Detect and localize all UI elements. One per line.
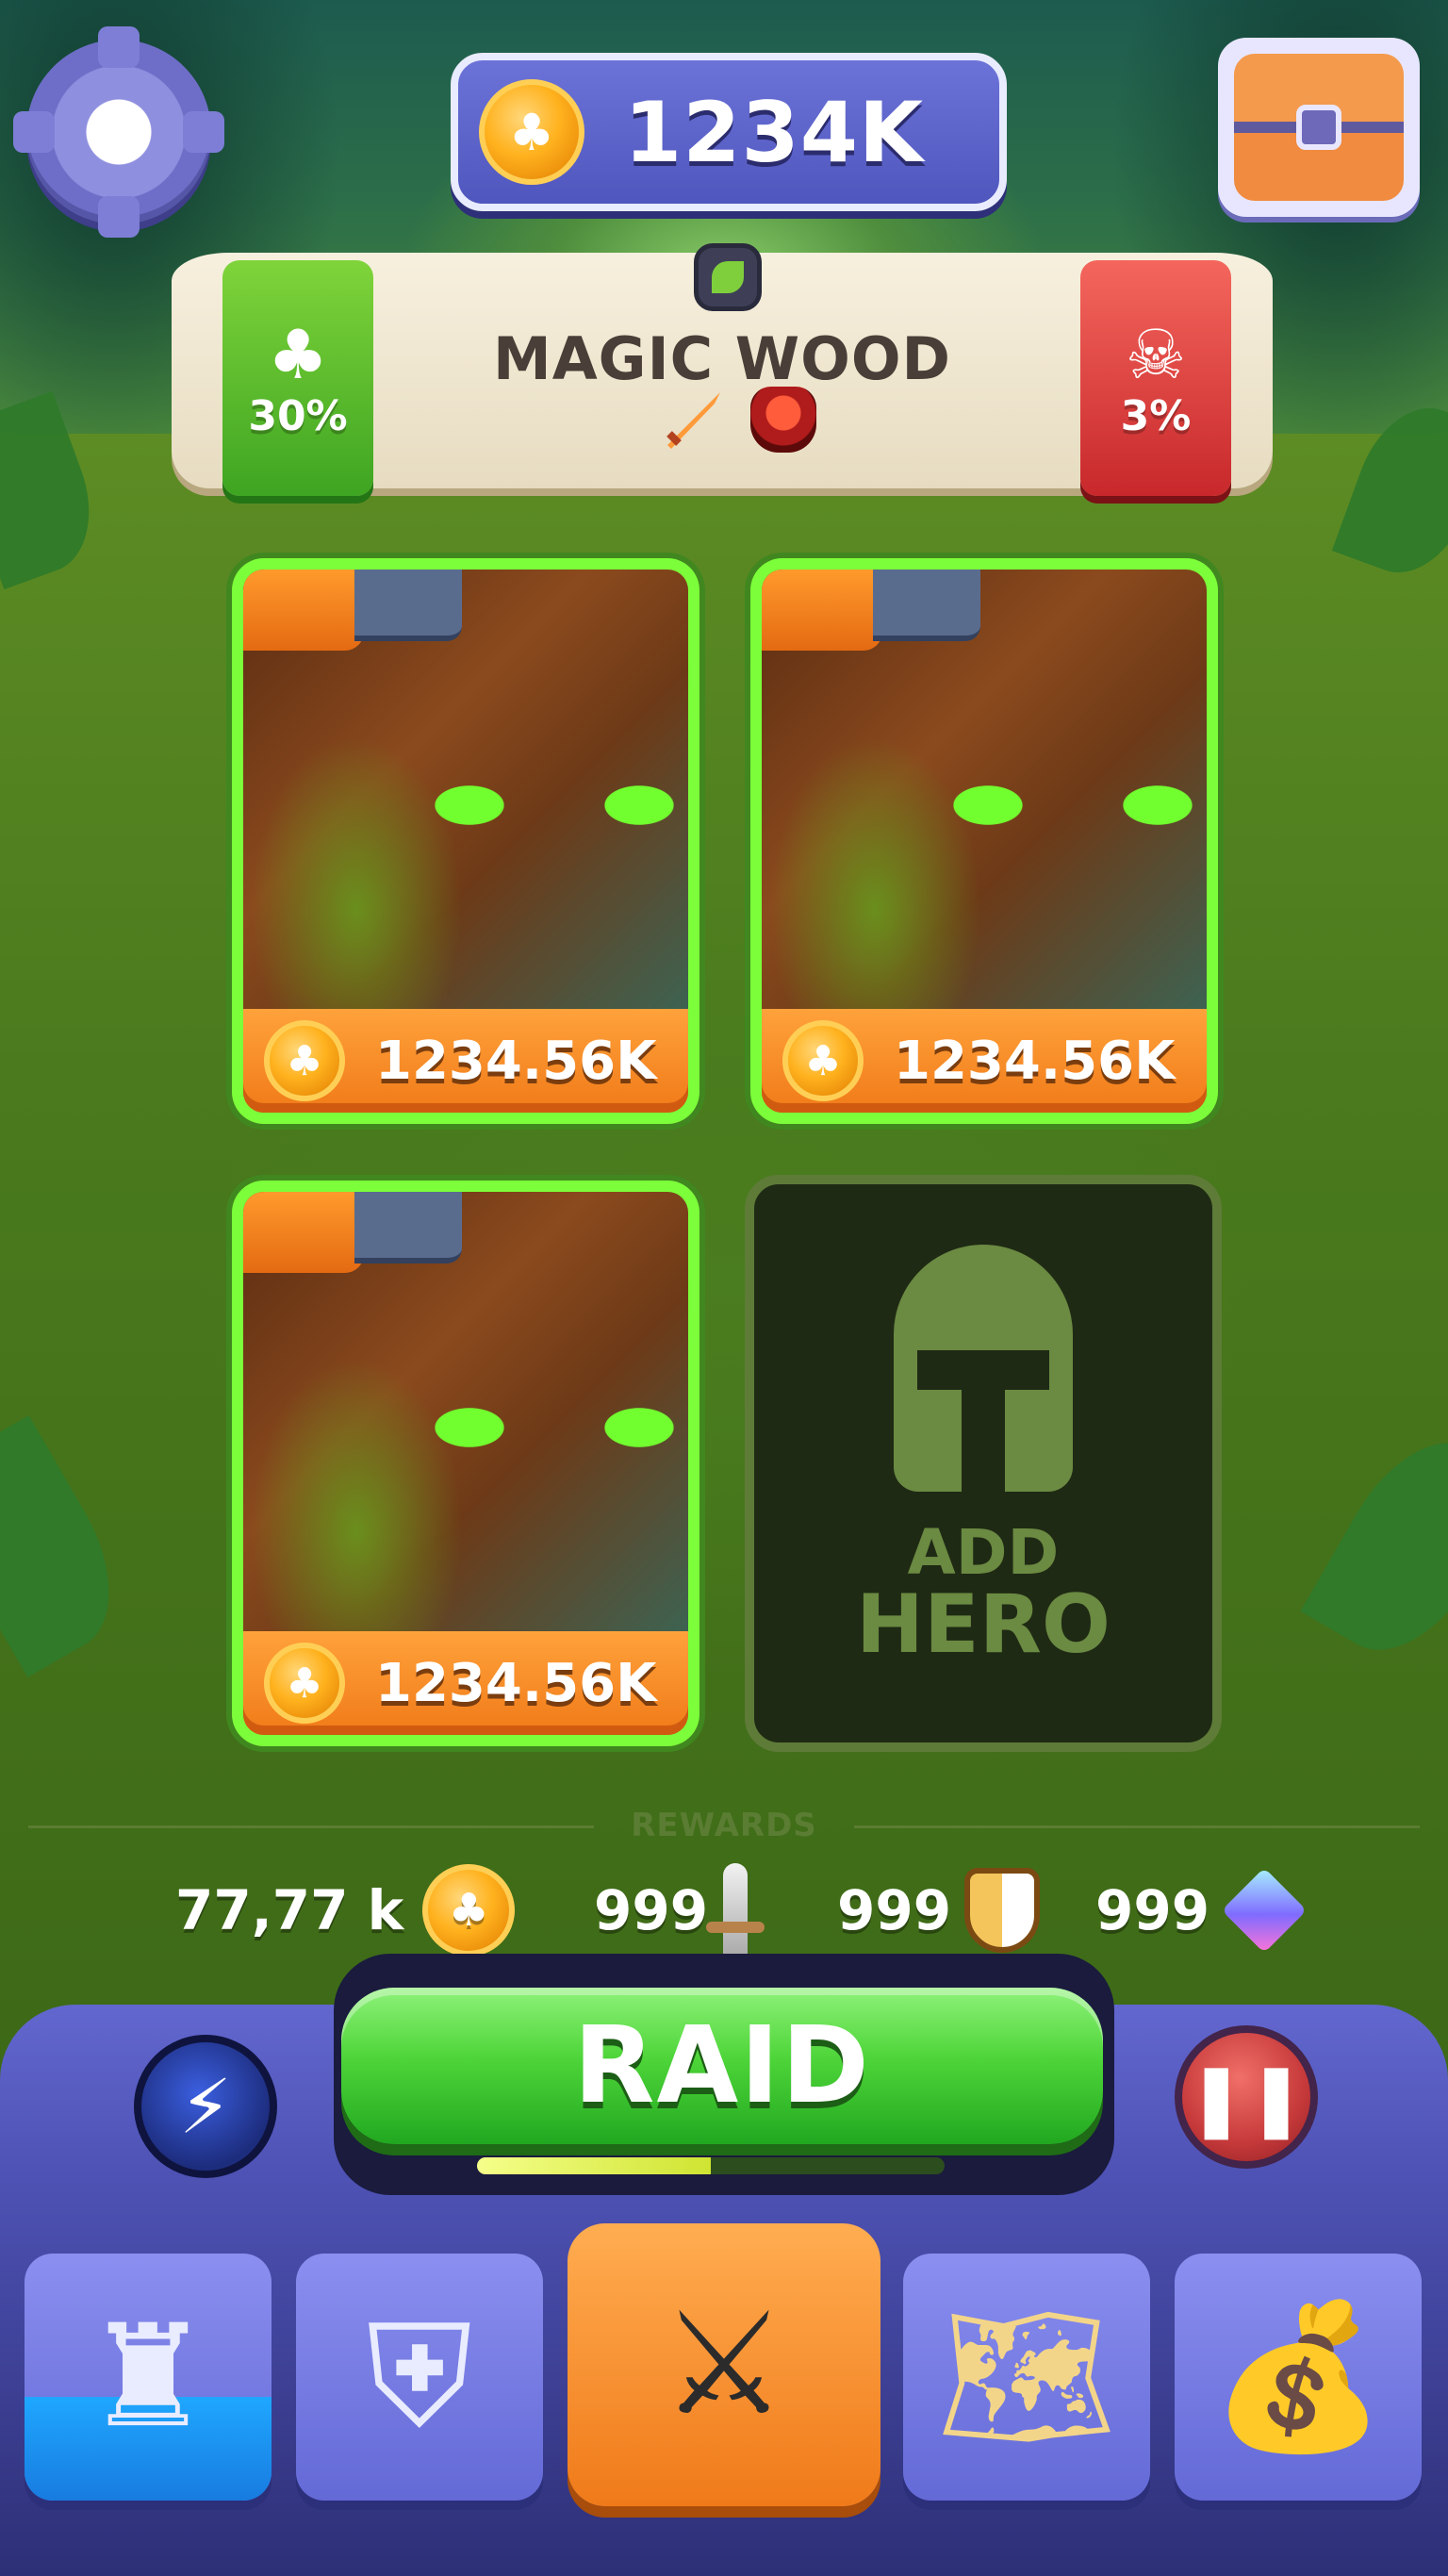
hero-value: 1234.56K xyxy=(375,1030,657,1092)
helmet-icon xyxy=(894,1245,1073,1492)
gem-reward-value: 999 xyxy=(1095,1878,1210,1942)
shield-reward-value: 999 xyxy=(837,1878,952,1942)
skull-icon: ☠ xyxy=(1125,314,1187,394)
nav-battle[interactable]: ⚔ xyxy=(568,2223,880,2506)
raid-label: RAID xyxy=(573,2005,871,2127)
hero-value: 1234.56K xyxy=(375,1652,657,1714)
hero-card[interactable]: ♣ 1234.56K xyxy=(750,558,1218,1124)
armor-icon xyxy=(750,387,816,453)
chest-button[interactable] xyxy=(1218,38,1420,217)
leaf-icon xyxy=(694,243,762,311)
currency-value: 1234K xyxy=(624,83,925,181)
danger-value: 3% xyxy=(1120,391,1192,440)
sword-reward: 999 xyxy=(594,1863,765,1957)
clover-coin-icon: ♣ xyxy=(422,1864,516,1957)
clover-coin-icon: ♣ xyxy=(264,1020,345,1101)
luck-bonus-flag: ♣ 30% xyxy=(222,260,373,496)
raid-progress-fill xyxy=(477,2157,711,2174)
add-hero-slot[interactable]: ADD HERO xyxy=(745,1175,1222,1752)
hero-value-bar: ♣ 1234.56K xyxy=(762,1009,1207,1113)
clover-coin-icon: ♣ xyxy=(479,79,584,185)
helmet-icon: ⛨ xyxy=(366,2295,473,2459)
money-bag-icon: 💰 xyxy=(1209,2295,1387,2459)
gear-icon xyxy=(98,26,140,68)
chest-icon xyxy=(1234,54,1404,201)
coin-reward: 77,77 k ♣ xyxy=(175,1863,516,1957)
castle-icon: ♜ xyxy=(84,2295,212,2459)
rewards-title: REWARDS xyxy=(631,1807,817,1844)
luck-bonus-value: 30% xyxy=(248,391,348,440)
hero-level-badge xyxy=(354,570,462,641)
nav-castle[interactable]: ♜ xyxy=(25,2254,272,2501)
nav-shop[interactable]: 💰 xyxy=(1175,2254,1422,2501)
treasure-map-icon: 🗺 xyxy=(936,2295,1117,2459)
hero-card[interactable]: ♣ 1234.56K xyxy=(232,558,699,1124)
currency-display[interactable]: ♣ 1234K xyxy=(451,53,1007,211)
hero-level-badge xyxy=(354,1192,462,1263)
shield-icon xyxy=(964,1868,1041,1953)
gear-icon xyxy=(98,196,140,238)
sword-icon xyxy=(706,1863,765,1957)
hero-rank-badge xyxy=(243,1192,364,1273)
hero-value-bar: ♣ 1234.56K xyxy=(243,1009,688,1113)
add-hero-label-line2: HERO xyxy=(855,1577,1111,1672)
hero-rank-badge xyxy=(762,570,882,651)
settings-button[interactable] xyxy=(13,26,224,238)
gear-icon xyxy=(13,111,55,153)
hero-level-badge xyxy=(873,570,980,641)
ground-background xyxy=(0,434,1448,2037)
pause-icon: ❚❚ xyxy=(1186,2055,1307,2139)
pause-button[interactable]: ❚❚ xyxy=(1175,2025,1318,2169)
nav-map[interactable]: 🗺 xyxy=(903,2254,1150,2501)
gem-icon xyxy=(1221,1867,1308,1954)
clover-icon: ♣ xyxy=(267,314,329,394)
hero-rank-badge xyxy=(243,570,364,651)
boost-button[interactable]: ⚡ xyxy=(134,2035,277,2178)
lightning-icon: ⚡ xyxy=(178,2062,233,2151)
gear-icon xyxy=(183,111,224,153)
nav-heroes[interactable]: ⛨ xyxy=(296,2254,543,2501)
gem-reward: 999 xyxy=(1095,1863,1308,1957)
hero-value-bar: ♣ 1234.56K xyxy=(243,1631,688,1735)
lock-icon xyxy=(1296,105,1341,150)
hero-card[interactable]: ♣ 1234.56K xyxy=(232,1181,699,1746)
raid-button[interactable]: RAID xyxy=(341,1988,1103,2144)
coin-reward-value: 77,77 k xyxy=(175,1878,404,1942)
shield-reward: 999 xyxy=(837,1863,1041,1957)
hero-value: 1234.56K xyxy=(894,1030,1176,1092)
danger-flag: ☠ 3% xyxy=(1080,260,1231,496)
raid-progress-bar xyxy=(477,2157,945,2174)
clover-coin-icon: ♣ xyxy=(264,1643,345,1724)
crossed-swords-icon: ⚔ xyxy=(660,2283,788,2447)
clover-coin-icon: ♣ xyxy=(782,1020,864,1101)
sword-reward-value: 999 xyxy=(594,1878,709,1942)
sword-reward-icon xyxy=(666,392,720,449)
add-hero-label-line1: ADD xyxy=(907,1516,1060,1589)
